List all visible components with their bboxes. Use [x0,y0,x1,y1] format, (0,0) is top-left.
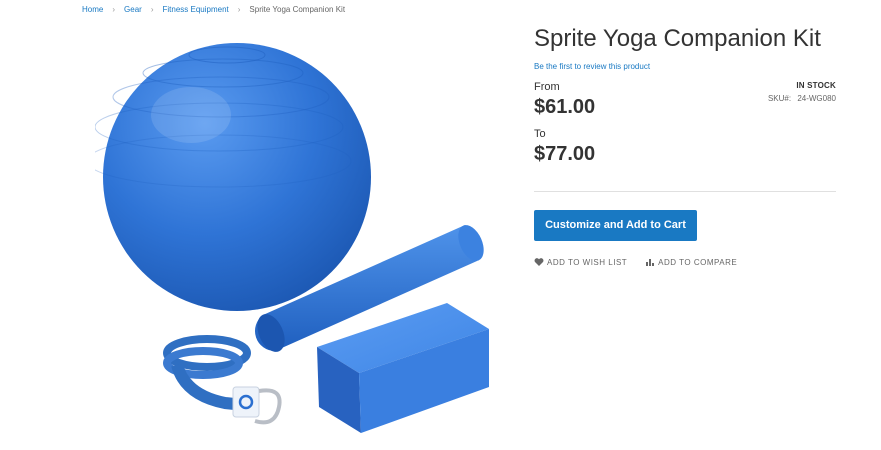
breadcrumb-gear[interactable]: Gear [124,5,142,14]
product-image[interactable] [95,35,500,445]
yoga-strap [163,335,282,425]
add-to-compare-link[interactable]: Add to Compare [645,257,737,267]
compare-label: Add to Compare [658,257,738,267]
product-actions: Add to Wish List Add to Compare [534,257,836,267]
stock-status: IN STOCK [796,81,836,90]
product-title: Sprite Yoga Companion Kit [534,25,821,52]
breadcrumb-current: Sprite Yoga Companion Kit [249,5,346,14]
review-link[interactable]: Be the first to review this product [534,62,836,71]
wishlist-label: Add to Wish List [547,257,628,267]
breadcrumb: Home › Gear › Fitness Equipment › Sprite… [82,5,345,14]
price-area: From $61.00 To $77.00 IN STOCK SKU#: 24-… [534,81,836,181]
customize-add-to-cart-button[interactable]: Customize and Add to Cart [534,210,697,241]
divider [534,191,836,192]
sku-label: SKU#: [767,94,792,103]
breadcrumb-separator: › [150,5,154,14]
yoga-kit-illustration [95,43,489,433]
breadcrumb-separator: › [112,5,116,14]
price-to: $77.00 [534,143,596,165]
bar-chart-icon [646,259,655,266]
product-info: Sprite Yoga Companion Kit Be the first t… [534,22,836,267]
add-to-wishlist-link[interactable]: Add to Wish List [534,257,627,267]
breadcrumb-home[interactable]: Home [82,5,103,14]
exercise-ball [95,43,371,311]
breadcrumb-fitness-equipment[interactable]: Fitness Equipment [162,5,228,14]
breadcrumb-separator: › [237,5,241,14]
product-page: Home › Gear › Fitness Equipment › Sprite… [0,0,881,450]
sku: SKU#: 24-WG080 [768,94,836,103]
heart-icon [534,258,544,266]
price-to-label: To [534,128,546,140]
stock-info: IN STOCK SKU#: 24-WG080 [768,81,836,103]
yoga-block [317,303,489,433]
sku-value: 24-WG080 [797,94,836,103]
